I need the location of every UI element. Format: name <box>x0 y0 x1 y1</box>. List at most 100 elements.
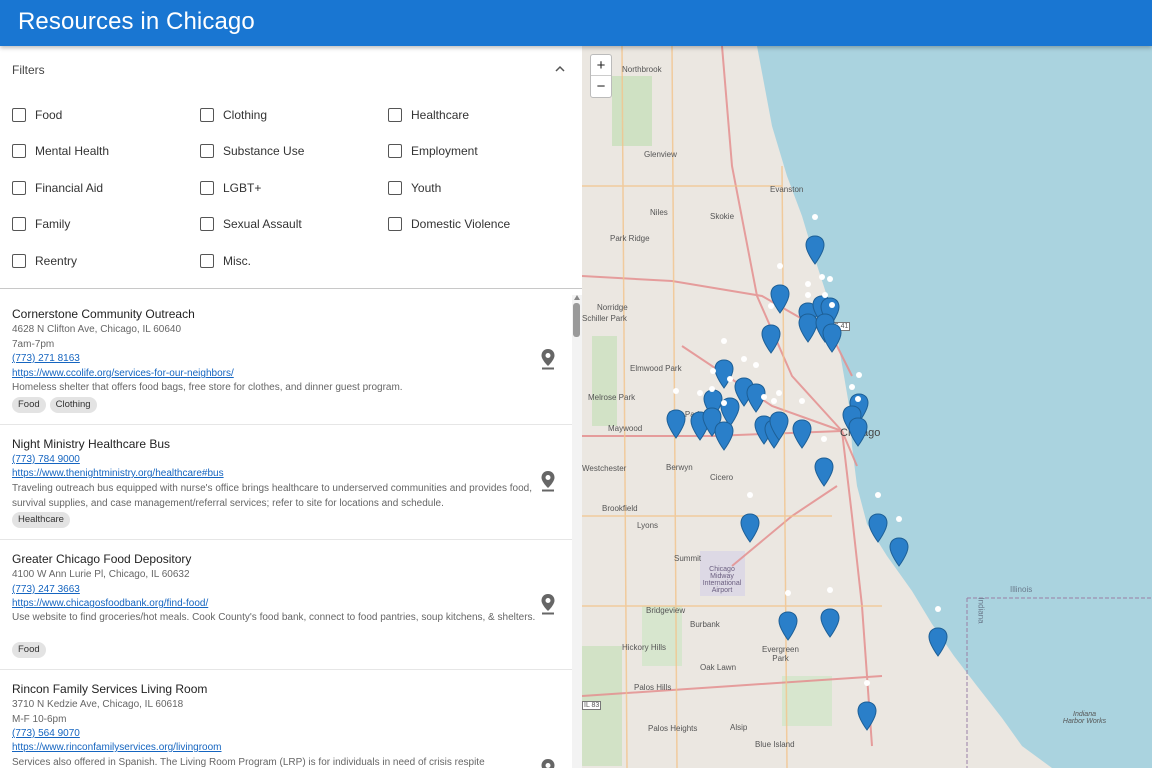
resource-description: Services also offered in Spanish. The Li… <box>12 757 485 768</box>
left-panel: Filters Food Clothing Healthcare Mental … <box>0 46 582 768</box>
map-marker[interactable] <box>889 515 909 567</box>
resource-address: 3710 N Kedzie Ave, Chicago, IL 60618 <box>12 699 184 710</box>
checkbox[interactable] <box>200 254 214 268</box>
map-marker[interactable] <box>805 213 825 265</box>
map-marker[interactable] <box>928 605 948 657</box>
filter-label: Mental Health <box>35 144 110 158</box>
zoom-in-button[interactable]: + <box>591 55 611 76</box>
filter-misc[interactable]: Misc. <box>200 251 251 271</box>
resource-hours: M-F 10-6pm <box>12 714 67 725</box>
checkbox[interactable] <box>12 254 26 268</box>
filter-financial-aid[interactable]: Financial Aid <box>12 178 103 198</box>
scroll-thumb[interactable] <box>573 303 580 337</box>
app-bar: Resources in Chicago <box>0 0 1152 46</box>
tag-chip: Healthcare <box>12 512 70 528</box>
list-scrollbar[interactable] <box>572 295 582 768</box>
map-marker[interactable] <box>778 589 798 641</box>
resource-phone-link[interactable]: (773) 247 3663 <box>12 584 80 595</box>
filter-label: Substance Use <box>223 144 305 158</box>
map-pin-icon[interactable] <box>540 470 556 492</box>
map-marker[interactable] <box>814 435 834 487</box>
resource-card[interactable]: Greater Chicago Food Depository 4100 W A… <box>0 540 572 670</box>
checkbox[interactable] <box>388 217 402 231</box>
resource-name: Rincon Family Services Living Room <box>12 682 208 696</box>
filter-food[interactable]: Food <box>12 105 62 125</box>
checkbox[interactable] <box>388 181 402 195</box>
resource-description: Homeless shelter that offers food bags, … <box>12 382 403 393</box>
tag-chip: Food <box>12 642 46 658</box>
map-marker[interactable] <box>740 491 760 543</box>
map-marker[interactable] <box>820 586 840 638</box>
filter-reentry[interactable]: Reentry <box>12 251 77 271</box>
filter-label: Misc. <box>223 254 251 268</box>
resource-name: Cornerstone Community Outreach <box>12 307 195 321</box>
resource-card[interactable]: Night Ministry Healthcare Bus (773) 784 … <box>0 425 572 540</box>
filters-grid: Food Clothing Healthcare Mental Health S… <box>0 96 582 286</box>
resource-url-link[interactable]: https://www.rinconfamilyservices.org/liv… <box>12 742 222 753</box>
zoom-out-button[interactable]: − <box>591 76 611 97</box>
checkbox[interactable] <box>12 108 26 122</box>
resource-name: Night Ministry Healthcare Bus <box>12 437 171 451</box>
divider <box>0 288 582 289</box>
resource-card[interactable]: Rincon Family Services Living Room 3710 … <box>0 670 572 768</box>
filter-youth[interactable]: Youth <box>388 178 441 198</box>
filter-label: Employment <box>411 144 478 158</box>
zoom-control: + − <box>590 54 612 98</box>
resource-tags: Food <box>12 642 46 658</box>
map-marker[interactable] <box>666 387 686 439</box>
filter-clothing[interactable]: Clothing <box>200 105 267 125</box>
checkbox[interactable] <box>200 217 214 231</box>
filter-label: Family <box>35 217 71 231</box>
filter-label: Youth <box>411 181 442 195</box>
checkbox[interactable] <box>12 181 26 195</box>
filter-mental-health[interactable]: Mental Health <box>12 141 109 161</box>
filter-healthcare[interactable]: Healthcare <box>388 105 469 125</box>
resource-url-link[interactable]: https://www.chicagosfoodbank.org/find-fo… <box>12 598 208 609</box>
checkbox[interactable] <box>388 144 402 158</box>
resource-phone-link[interactable]: (773) 564 9070 <box>12 728 80 739</box>
checkbox[interactable] <box>388 108 402 122</box>
filter-family[interactable]: Family <box>12 214 70 234</box>
filter-label: Healthcare <box>411 108 470 122</box>
page-title: Resources in Chicago <box>18 8 255 35</box>
map-marker[interactable] <box>857 679 877 731</box>
resource-phone-link[interactable]: (773) 271 8163 <box>12 353 80 364</box>
resource-url-link[interactable]: https://www.ccolife.org/services-for-our… <box>12 368 234 379</box>
checkbox[interactable] <box>200 181 214 195</box>
checkbox[interactable] <box>200 108 214 122</box>
resource-name: Greater Chicago Food Depository <box>12 552 192 566</box>
filter-lgbt[interactable]: LGBT+ <box>200 178 261 198</box>
resource-phone-link[interactable]: (773) 784 9000 <box>12 454 80 465</box>
filter-label: Financial Aid <box>35 181 104 195</box>
checkbox[interactable] <box>200 144 214 158</box>
map-pin-icon[interactable] <box>540 348 556 370</box>
filter-label: Domestic Violence <box>411 217 511 231</box>
chevron-up-icon[interactable] <box>553 62 567 76</box>
resource-list: Cornerstone Community Outreach 4628 N Cl… <box>0 295 572 768</box>
map-marker[interactable] <box>761 302 781 354</box>
resource-hours: 7am-7pm <box>12 339 55 350</box>
filter-sexual-assault[interactable]: Sexual Assault <box>200 214 302 234</box>
filter-label: Reentry <box>35 254 78 268</box>
map-view[interactable]: + − Northbrook Glenview Evanston Skokie … <box>582 46 1152 768</box>
map-marker[interactable] <box>746 361 766 413</box>
scroll-up-arrow-icon[interactable] <box>574 295 580 300</box>
map-marker[interactable] <box>868 491 888 543</box>
filters-header[interactable]: Filters <box>0 46 582 92</box>
tag-chip: Food <box>12 397 46 413</box>
resource-tags: Food Clothing <box>12 397 97 413</box>
checkbox[interactable] <box>12 217 26 231</box>
filter-domestic-violence[interactable]: Domestic Violence <box>388 214 510 234</box>
filter-employment[interactable]: Employment <box>388 141 478 161</box>
resource-description: Use website to find groceries/hot meals.… <box>12 612 536 623</box>
filter-substance-use[interactable]: Substance Use <box>200 141 304 161</box>
map-pin-icon[interactable] <box>540 758 556 768</box>
resource-card[interactable]: Cornerstone Community Outreach 4628 N Cl… <box>0 295 572 425</box>
map-marker[interactable] <box>792 397 812 449</box>
checkbox[interactable] <box>12 144 26 158</box>
tag-chip: Clothing <box>49 397 97 413</box>
filter-label: LGBT+ <box>223 181 262 195</box>
map-pin-icon[interactable] <box>540 593 556 615</box>
resource-url-link[interactable]: https://www.thenightministry.org/healthc… <box>12 468 224 479</box>
resource-description: Traveling outreach bus equipped with nur… <box>12 483 532 509</box>
